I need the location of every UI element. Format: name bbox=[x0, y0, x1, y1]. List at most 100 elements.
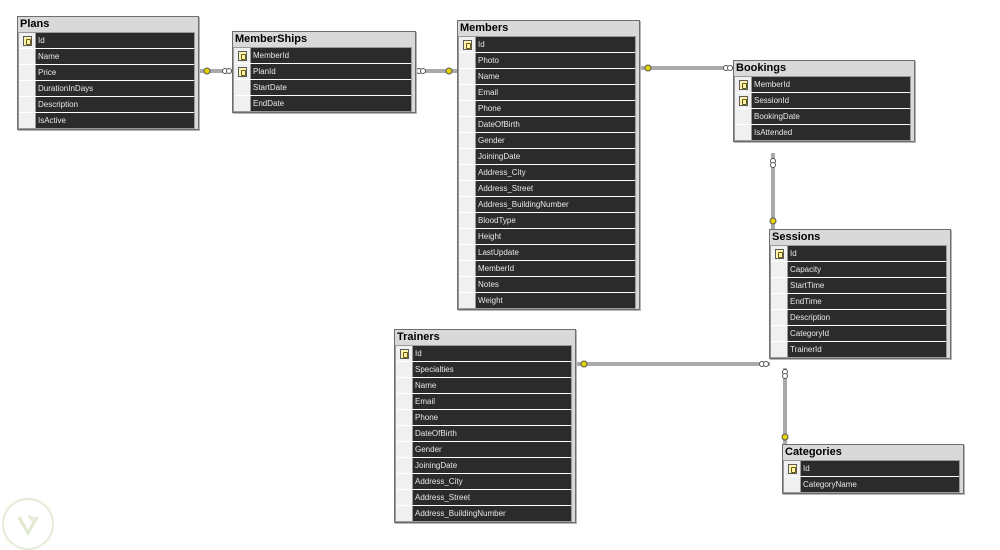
relationship-sessions-categories[interactable] bbox=[781, 368, 789, 445]
column-row[interactable]: Address_Street bbox=[459, 181, 635, 196]
row-selector[interactable] bbox=[459, 37, 476, 52]
row-selector[interactable] bbox=[735, 109, 752, 124]
row-selector[interactable] bbox=[459, 261, 476, 276]
row-selector[interactable] bbox=[771, 310, 788, 325]
row-selector[interactable] bbox=[459, 85, 476, 100]
row-selector[interactable] bbox=[459, 213, 476, 228]
column-row[interactable]: Description bbox=[19, 97, 194, 112]
table-trainers[interactable]: Trainers Id Specialties Name Email Phone Date… bbox=[394, 329, 576, 523]
column-row[interactable]: MemberId bbox=[459, 261, 635, 276]
row-selector[interactable] bbox=[459, 293, 476, 308]
relationship-memberships-members[interactable] bbox=[415, 67, 458, 75]
column-row[interactable]: Email bbox=[396, 394, 571, 409]
column-row[interactable]: Photo bbox=[459, 53, 635, 68]
row-selector[interactable] bbox=[396, 490, 413, 505]
row-selector[interactable] bbox=[396, 378, 413, 393]
table-bookings[interactable]: Bookings MemberId SessionId BookingDate IsA… bbox=[733, 60, 915, 142]
row-selector[interactable] bbox=[784, 461, 801, 476]
column-row[interactable]: Height bbox=[459, 229, 635, 244]
column-row[interactable]: Gender bbox=[396, 442, 571, 457]
column-row[interactable]: Id bbox=[784, 461, 959, 476]
row-selector[interactable] bbox=[735, 77, 752, 92]
table-categories[interactable]: Categories Id CategoryName bbox=[782, 444, 964, 494]
row-selector[interactable] bbox=[459, 229, 476, 244]
row-selector[interactable] bbox=[234, 48, 251, 63]
column-row[interactable]: StartTime bbox=[771, 278, 946, 293]
row-selector[interactable] bbox=[396, 410, 413, 425]
column-row[interactable]: Email bbox=[459, 85, 635, 100]
row-selector[interactable] bbox=[19, 65, 36, 80]
row-selector[interactable] bbox=[459, 165, 476, 180]
column-row[interactable]: IsAttended bbox=[735, 125, 910, 140]
column-row[interactable]: Address_City bbox=[459, 165, 635, 180]
row-selector[interactable] bbox=[459, 149, 476, 164]
row-selector[interactable] bbox=[234, 64, 251, 79]
row-selector[interactable] bbox=[459, 133, 476, 148]
column-row[interactable]: Name bbox=[19, 49, 194, 64]
table-members[interactable]: Members Id Photo Name Email Phone DateOfBirth… bbox=[457, 20, 640, 310]
column-row[interactable]: BloodType bbox=[459, 213, 635, 228]
row-selector[interactable] bbox=[459, 117, 476, 132]
row-selector[interactable] bbox=[459, 277, 476, 292]
column-row[interactable]: Weight bbox=[459, 293, 635, 308]
column-row[interactable]: JoiningDate bbox=[459, 149, 635, 164]
column-row[interactable]: Id bbox=[396, 346, 571, 361]
row-selector[interactable] bbox=[19, 97, 36, 112]
column-row[interactable]: JoiningDate bbox=[396, 458, 571, 473]
row-selector[interactable] bbox=[19, 49, 36, 64]
row-selector[interactable] bbox=[396, 474, 413, 489]
row-selector[interactable] bbox=[396, 362, 413, 377]
column-row[interactable]: Name bbox=[396, 378, 571, 393]
column-row[interactable]: EndDate bbox=[234, 96, 411, 111]
row-selector[interactable] bbox=[459, 101, 476, 116]
column-row[interactable]: Id bbox=[771, 246, 946, 261]
column-row[interactable]: Description bbox=[771, 310, 946, 325]
row-selector[interactable] bbox=[771, 326, 788, 341]
column-row[interactable]: MemberId bbox=[735, 77, 910, 92]
column-row[interactable]: Phone bbox=[396, 410, 571, 425]
column-row[interactable]: IsActive bbox=[19, 113, 194, 128]
row-selector[interactable] bbox=[735, 93, 752, 108]
column-row[interactable]: Capacity bbox=[771, 262, 946, 277]
relationship-members-bookings[interactable] bbox=[639, 64, 734, 72]
column-row[interactable]: Address_BuildingNumber bbox=[459, 197, 635, 212]
row-selector[interactable] bbox=[784, 477, 801, 492]
column-row[interactable]: CategoryName bbox=[784, 477, 959, 492]
row-selector[interactable] bbox=[771, 342, 788, 357]
column-row[interactable]: PlanId bbox=[234, 64, 411, 79]
column-row[interactable]: StartDate bbox=[234, 80, 411, 95]
row-selector[interactable] bbox=[771, 278, 788, 293]
row-selector[interactable] bbox=[396, 506, 413, 521]
table-memberships[interactable]: MemberShips MemberId PlanId StartDate EndDa… bbox=[232, 31, 416, 113]
column-row[interactable]: Price bbox=[19, 65, 194, 80]
column-row[interactable]: LastUpdate bbox=[459, 245, 635, 260]
row-selector[interactable] bbox=[234, 80, 251, 95]
row-selector[interactable] bbox=[396, 442, 413, 457]
column-row[interactable]: Address_City bbox=[396, 474, 571, 489]
relationship-trainers-sessions[interactable] bbox=[575, 360, 770, 368]
row-selector[interactable] bbox=[771, 294, 788, 309]
row-selector[interactable] bbox=[459, 245, 476, 260]
row-selector[interactable] bbox=[735, 125, 752, 140]
column-row[interactable]: Notes bbox=[459, 277, 635, 292]
table-sessions[interactable]: Sessions Id Capacity StartTime EndTime Descr… bbox=[769, 229, 951, 359]
row-selector[interactable] bbox=[459, 69, 476, 84]
column-row[interactable]: Id bbox=[459, 37, 635, 52]
column-row[interactable]: SessionId bbox=[735, 93, 910, 108]
row-selector[interactable] bbox=[771, 262, 788, 277]
column-row[interactable]: MemberId bbox=[234, 48, 411, 63]
row-selector[interactable] bbox=[19, 81, 36, 96]
row-selector[interactable] bbox=[234, 96, 251, 111]
row-selector[interactable] bbox=[396, 458, 413, 473]
column-row[interactable]: Id bbox=[19, 33, 194, 48]
column-row[interactable]: TrainerId bbox=[771, 342, 946, 357]
column-row[interactable]: Specialties bbox=[396, 362, 571, 377]
column-row[interactable]: DateOfBirth bbox=[396, 426, 571, 441]
column-row[interactable]: Phone bbox=[459, 101, 635, 116]
row-selector[interactable] bbox=[459, 197, 476, 212]
relationship-plans-memberships[interactable] bbox=[198, 67, 233, 75]
column-row[interactable]: Gender bbox=[459, 133, 635, 148]
column-row[interactable]: BookingDate bbox=[735, 109, 910, 124]
row-selector[interactable] bbox=[396, 346, 413, 361]
column-row[interactable]: CategoryId bbox=[771, 326, 946, 341]
